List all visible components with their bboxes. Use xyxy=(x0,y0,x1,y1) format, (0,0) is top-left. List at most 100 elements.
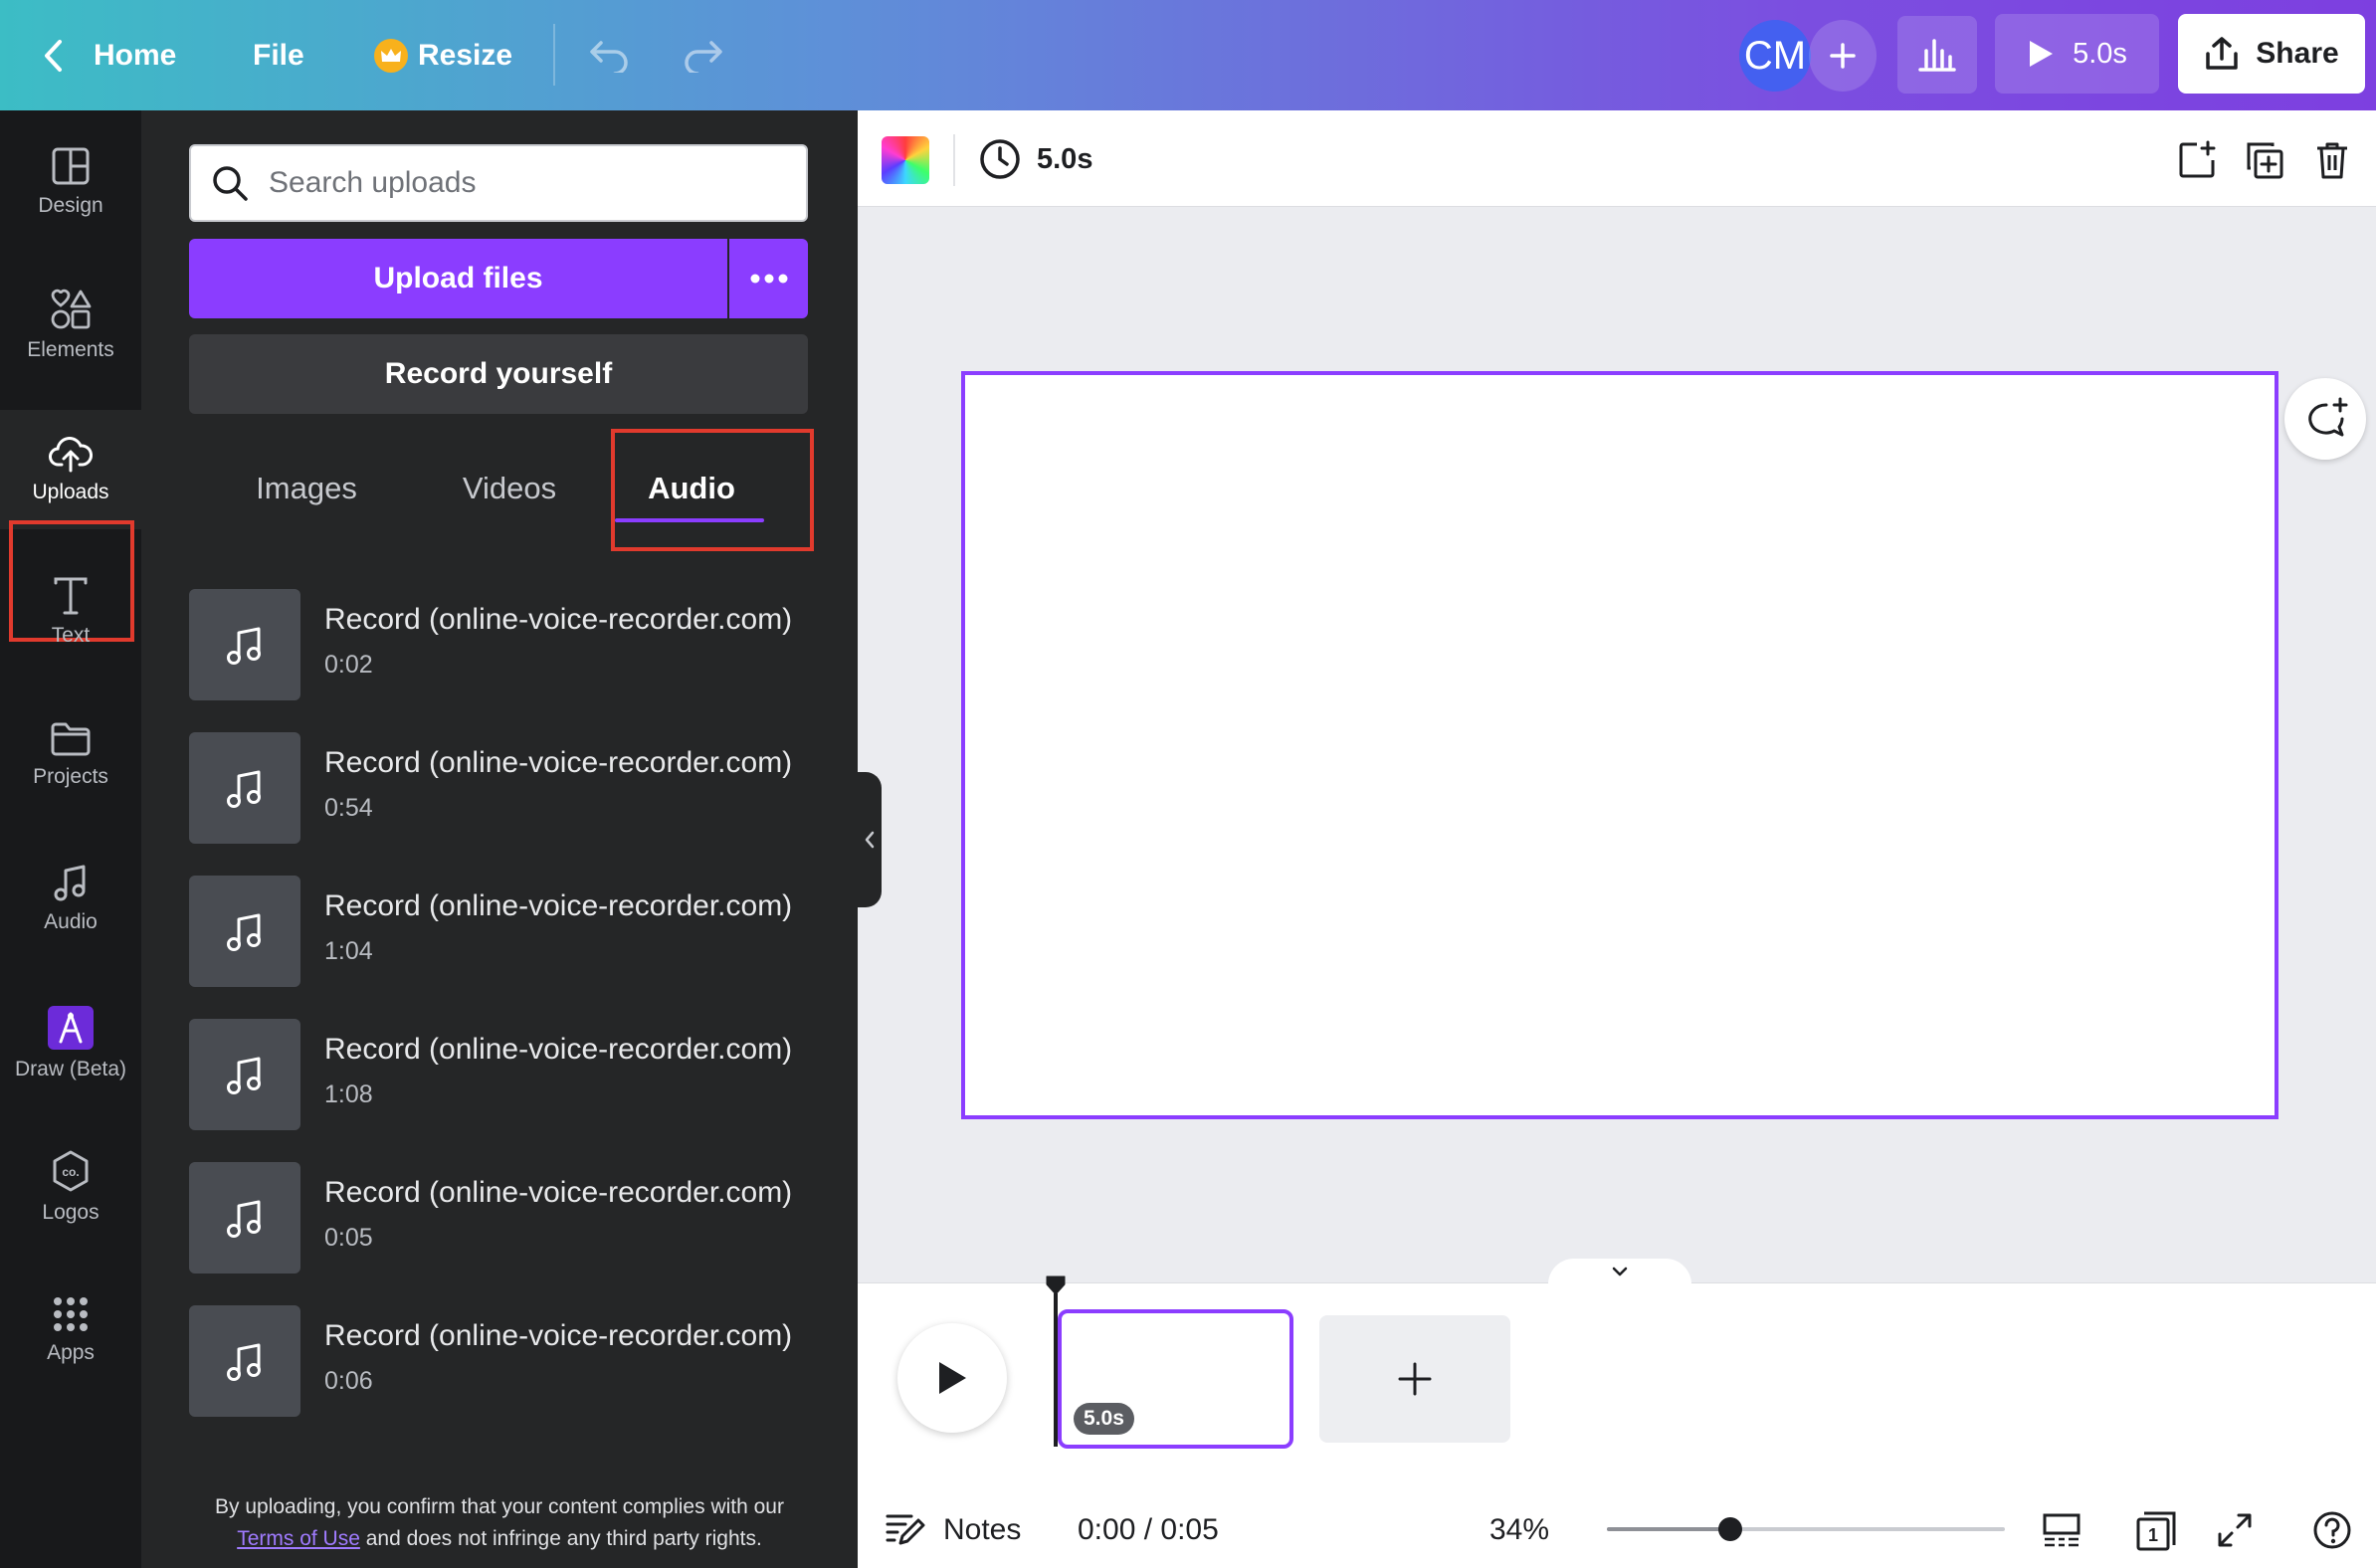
terms-text-after: and does not infringe any third party ri… xyxy=(365,1527,762,1550)
undo-icon[interactable] xyxy=(582,0,638,110)
avatar[interactable]: CM xyxy=(1739,20,1811,92)
audio-list-item[interactable]: Record (online-voice-recorder.com) 0:06 xyxy=(189,1305,826,1449)
audio-list-item[interactable]: Record (online-voice-recorder.com) 1:04 xyxy=(189,876,826,1019)
audio-list-item[interactable]: Record (online-voice-recorder.com) 0:02 xyxy=(189,589,826,732)
audio-list-item[interactable]: Record (online-voice-recorder.com) 0:54 xyxy=(189,732,826,876)
record-yourself-button[interactable]: Record yourself xyxy=(189,334,808,414)
fullscreen-icon[interactable] xyxy=(2209,1504,2261,1556)
sidebar-item-design[interactable]: Design xyxy=(0,122,141,242)
sidebar-item-apps[interactable]: Apps xyxy=(0,1271,141,1390)
search-icon xyxy=(213,166,248,201)
text-icon xyxy=(54,577,88,615)
search-box[interactable] xyxy=(189,144,808,222)
page-count-icon[interactable]: 1 xyxy=(2131,1504,2183,1556)
notes-button[interactable]: Notes xyxy=(886,1502,1021,1558)
draw-icon xyxy=(48,1006,94,1050)
grid-view-icon[interactable] xyxy=(2036,1504,2087,1556)
crown-icon xyxy=(374,38,408,73)
play-icon xyxy=(939,1362,966,1394)
sidebar-item-label: Logos xyxy=(42,1201,99,1224)
timeline-play-button[interactable] xyxy=(897,1323,1007,1433)
music-note-icon xyxy=(189,876,300,987)
share-button[interactable]: Share xyxy=(2178,14,2365,94)
zoom-slider-track[interactable] xyxy=(1607,1527,2005,1531)
chevron-down-icon xyxy=(1612,1267,1628,1276)
play-icon xyxy=(2030,41,2054,67)
home-menu[interactable]: Home xyxy=(94,0,176,110)
duplicate-page-icon[interactable] xyxy=(2241,136,2288,184)
delete-page-icon[interactable] xyxy=(2308,136,2356,184)
zoom-slider-fill xyxy=(1607,1527,1730,1531)
audio-list: Record (online-voice-recorder.com) 0:02 Re… xyxy=(189,589,826,1568)
collapse-timeline-button[interactable] xyxy=(1548,1259,1691,1284)
audio-list-item[interactable]: Record (online-voice-recorder.com) 1:08 xyxy=(189,1019,826,1162)
audio-file-name: Record (online-voice-recorder.com) xyxy=(324,1033,793,1066)
audio-file-name: Record (online-voice-recorder.com) xyxy=(324,746,793,779)
time-display: 0:00 / 0:05 xyxy=(1078,1513,1219,1546)
toolbar-divider xyxy=(553,24,555,86)
add-page-button[interactable] xyxy=(1319,1315,1510,1443)
sidebar-item-draw[interactable]: Draw (Beta) xyxy=(0,984,141,1103)
resize-button[interactable]: Resize xyxy=(374,0,512,110)
design-page[interactable] xyxy=(961,371,2278,1119)
audio-tab-highlight-box xyxy=(611,429,814,551)
resize-label: Resize xyxy=(418,38,513,72)
playhead[interactable] xyxy=(1054,1293,1058,1447)
audio-duration: 1:04 xyxy=(324,937,373,965)
toolbar-divider xyxy=(953,134,955,186)
present-play-button[interactable]: 5.0s xyxy=(1995,14,2159,94)
audio-duration: 0:05 xyxy=(324,1224,373,1252)
help-icon[interactable] xyxy=(2306,1504,2358,1556)
add-comment-button[interactable] xyxy=(2284,378,2366,460)
audio-file-name: Record (online-voice-recorder.com) xyxy=(324,603,793,636)
apps-grid-icon xyxy=(54,1297,88,1331)
back-chevron-icon[interactable] xyxy=(30,0,78,110)
sidebar-item-logos[interactable]: co. Logos xyxy=(0,1127,141,1247)
clock-icon xyxy=(980,139,1020,179)
add-page-icon[interactable] xyxy=(2173,136,2221,184)
music-note-icon xyxy=(189,1305,300,1417)
sidebar-item-label: Apps xyxy=(47,1341,95,1364)
sidebar-item-label: Design xyxy=(38,194,103,217)
sidebar-item-label: Audio xyxy=(44,910,98,933)
playhead-handle-icon[interactable] xyxy=(1045,1274,1067,1296)
terms-of-use-link[interactable]: Terms of Use xyxy=(237,1527,360,1550)
clip-duration-badge: 5.0s xyxy=(1074,1403,1134,1435)
zoom-level[interactable]: 34% xyxy=(1489,1502,1549,1558)
notes-pencil-icon xyxy=(886,1514,925,1545)
analytics-icon[interactable] xyxy=(1897,16,1977,94)
sidebar-item-label: Draw (Beta) xyxy=(14,1058,127,1080)
sidebar-item-projects[interactable]: Projects xyxy=(0,695,141,815)
audio-duration: 1:08 xyxy=(324,1080,373,1108)
tab-images[interactable]: Images xyxy=(227,439,386,538)
elements-icon xyxy=(51,289,92,329)
audio-file-name: Record (online-voice-recorder.com) xyxy=(324,1176,793,1209)
upload-cloud-icon xyxy=(49,437,93,473)
sidebar-item-elements[interactable]: Elements xyxy=(0,266,141,385)
music-note-icon xyxy=(189,1162,300,1274)
collapse-panel-button[interactable] xyxy=(858,772,882,907)
tab-videos[interactable]: Videos xyxy=(430,439,589,538)
uploads-panel: Upload files Record yourself Images Vide… xyxy=(141,110,858,1568)
sidebar-item-audio[interactable]: Audio xyxy=(0,839,141,958)
audio-file-name: Record (online-voice-recorder.com) xyxy=(324,889,793,922)
music-note-icon xyxy=(189,1019,300,1130)
redo-icon[interactable] xyxy=(675,0,730,110)
page-duration-button[interactable]: 5.0s xyxy=(979,132,1092,186)
chevron-left-icon xyxy=(865,831,875,849)
zoom-slider-thumb[interactable] xyxy=(1718,1517,1742,1541)
upload-files-button[interactable]: Upload files xyxy=(189,239,727,318)
search-input[interactable] xyxy=(269,166,786,200)
share-label: Share xyxy=(2256,37,2339,70)
invite-plus-icon[interactable] xyxy=(1809,20,1877,92)
folder-icon xyxy=(51,722,91,756)
sidebar-item-label: Elements xyxy=(27,338,114,361)
audio-list-item[interactable]: Record (online-voice-recorder.com) 0:05 xyxy=(189,1162,826,1305)
sidebar-item-text[interactable]: Text xyxy=(0,552,141,672)
page-clip[interactable]: 5.0s xyxy=(1058,1309,1293,1449)
background-color-swatch[interactable] xyxy=(882,136,929,184)
sidebar-item-label: Projects xyxy=(33,765,108,788)
sidebar-item-uploads[interactable]: Uploads xyxy=(0,410,141,529)
upload-options-button[interactable] xyxy=(729,239,808,318)
file-menu[interactable]: File xyxy=(253,0,304,110)
